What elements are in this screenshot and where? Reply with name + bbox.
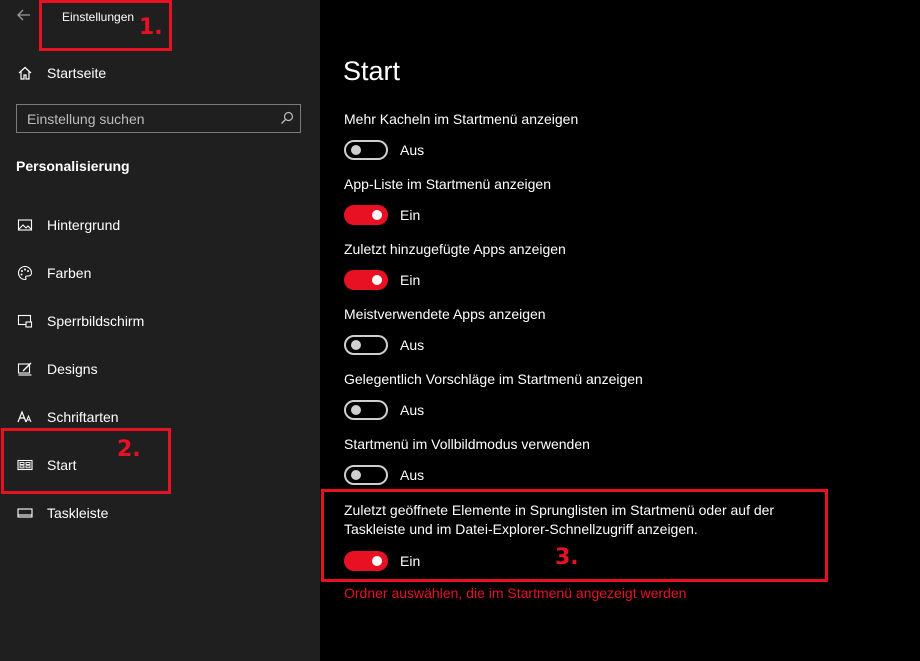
sidebar-item-hintergrund[interactable]: Hintergrund <box>0 207 300 243</box>
toggle-state-label: Ein <box>400 272 421 288</box>
sidebar-item-home[interactable]: Startseite <box>0 55 300 91</box>
home-icon <box>17 65 33 81</box>
sidebar-item-label: Taskleiste <box>47 505 109 521</box>
toggle-switch[interactable] <box>344 140 388 160</box>
toggle-state-label: Aus <box>400 402 425 418</box>
setting-recently-added: Zuletzt hinzugefügte Apps anzeigen Ein <box>344 240 814 292</box>
sidebar-item-sperrbildschirm[interactable]: Sperrbildschirm <box>0 303 300 339</box>
sidebar-item-farben[interactable]: Farben <box>0 255 300 291</box>
page-title: Start <box>343 56 401 86</box>
setting-label: Startmenü im Vollbildmodus verwenden <box>344 436 590 452</box>
font-icon <box>17 409 33 425</box>
setting-fullscreen: Startmenü im Vollbildmodus verwenden Aus <box>344 435 814 487</box>
sidebar-item-taskleiste[interactable]: Taskleiste <box>0 495 300 531</box>
sidebar-item-label: Schriftarten <box>47 409 119 425</box>
setting-label: Mehr Kacheln im Startmenü anzeigen <box>344 111 579 127</box>
toggle-state-label: Aus <box>400 467 425 483</box>
search-input[interactable] <box>17 105 277 132</box>
sidebar-item-designs[interactable]: Designs <box>0 351 300 387</box>
setting-most-used: Meistverwendete Apps anzeigen Aus <box>344 305 814 357</box>
setting-label: Meistverwendete Apps anzeigen <box>344 306 546 322</box>
toggle-switch[interactable] <box>344 400 388 420</box>
sidebar-item-label: Farben <box>47 265 92 281</box>
back-arrow-icon[interactable] <box>16 7 34 25</box>
toggle-switch[interactable] <box>344 270 388 290</box>
setting-label: App-Liste im Startmenü anzeigen <box>344 176 551 192</box>
toggle-switch[interactable] <box>344 335 388 355</box>
sidebar-item-label: Designs <box>47 361 98 377</box>
search-box[interactable] <box>16 104 301 133</box>
toggle-state-label: Ein <box>400 207 421 223</box>
brush-icon <box>17 361 33 377</box>
search-icon[interactable] <box>280 111 294 125</box>
sidebar: Einstellungen Startseite Personalisierun… <box>0 0 320 661</box>
toggle-state-label: Aus <box>400 337 425 353</box>
annotation-number-1: 1. <box>139 15 163 40</box>
sidebar-item-label: Sperrbildschirm <box>47 313 145 329</box>
setting-label: Zuletzt hinzugefügte Apps anzeigen <box>344 241 566 257</box>
setting-suggestions: Gelegentlich Vorschläge im Startmenü anz… <box>344 370 814 422</box>
setting-app-list: App-Liste im Startmenü anzeigen Ein <box>344 175 814 227</box>
toggle-switch[interactable] <box>344 465 388 485</box>
taskbar-icon <box>17 505 33 521</box>
lockscreen-icon <box>17 313 33 329</box>
toggle-state-label: Aus <box>400 142 425 158</box>
annotation-number-3: 3. <box>555 545 579 570</box>
annotation-number-2: 2. <box>117 437 141 462</box>
annotation-box-2 <box>1 428 171 494</box>
choose-folders-link[interactable]: Ordner auswählen, die im Startmenü angez… <box>344 585 686 601</box>
sidebar-item-label: Startseite <box>47 65 107 81</box>
section-heading: Personalisierung <box>16 158 130 174</box>
setting-label: Gelegentlich Vorschläge im Startmenü anz… <box>344 371 643 387</box>
toggle-switch[interactable] <box>344 205 388 225</box>
setting-more-tiles: Mehr Kacheln im Startmenü anzeigen Aus <box>344 110 814 162</box>
sidebar-item-label: Hintergrund <box>47 217 121 233</box>
image-icon <box>17 217 33 233</box>
palette-icon <box>17 265 33 281</box>
